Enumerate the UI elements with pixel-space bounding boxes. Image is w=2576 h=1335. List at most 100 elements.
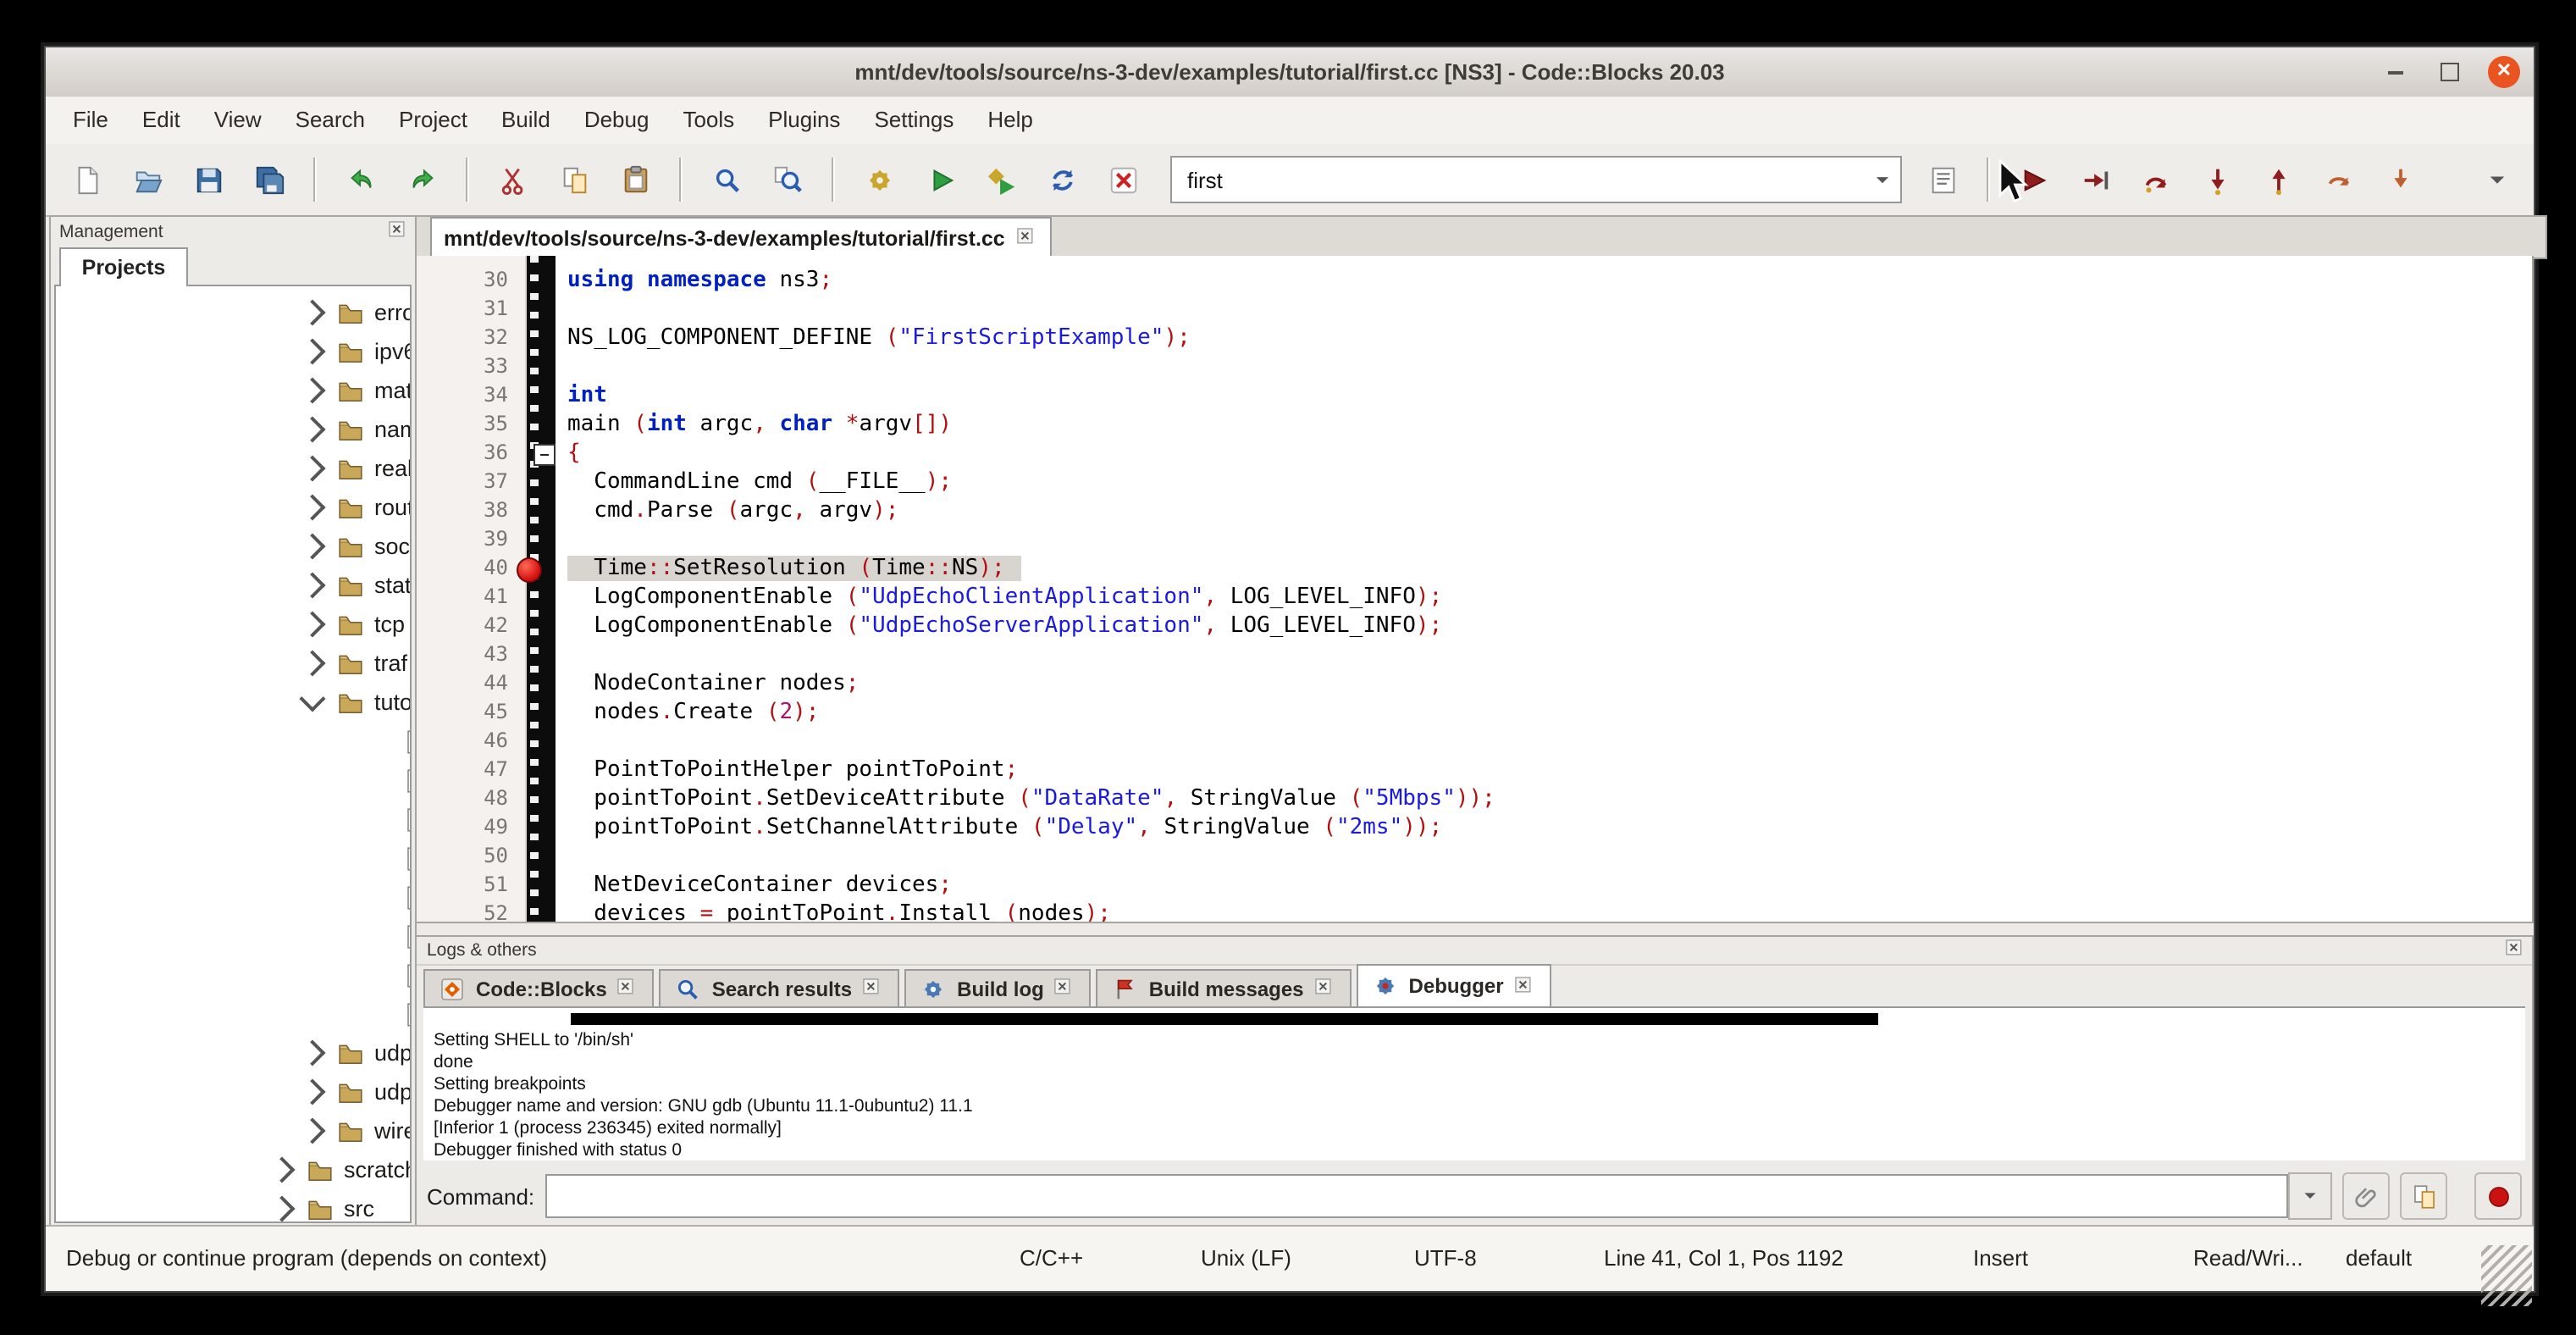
step-into-instruction-button[interactable] — [2376, 156, 2424, 203]
expand-arrow-icon[interactable] — [299, 299, 325, 325]
tree-item-udp[interactable]: udp — [56, 1033, 410, 1072]
logs-tab-close-button[interactable] — [1314, 978, 1336, 1000]
code-line[interactable]: Time::SetResolution (Time::NS); — [567, 554, 2532, 583]
logs-tab-build-messages[interactable]: Build messages — [1097, 969, 1352, 1006]
menu-file[interactable]: File — [56, 97, 125, 144]
logs-tab-close-button[interactable] — [862, 978, 884, 1000]
line-number[interactable]: 35 — [417, 410, 525, 439]
menu-debug[interactable]: Debug — [567, 97, 666, 144]
line-number[interactable]: 34 — [417, 381, 525, 410]
line-number[interactable]: 37 — [417, 468, 525, 496]
line-number[interactable]: 52 — [417, 900, 525, 923]
undo-button[interactable] — [337, 156, 384, 203]
line-number[interactable]: 40 — [417, 554, 525, 583]
code-line[interactable]: pointToPoint.SetChannelAttribute ("Delay… — [567, 813, 2532, 842]
line-number[interactable]: 51 — [417, 871, 525, 900]
chevron-down-icon[interactable] — [1863, 159, 1900, 200]
line-number[interactable]: 38 — [417, 496, 525, 525]
tree-item-nam[interactable]: nam — [56, 410, 410, 449]
tree-item-se[interactable]: se — [56, 878, 410, 917]
logs-tab-build-log[interactable]: Build log — [904, 969, 1092, 1006]
tree-item-traf[interactable]: traf — [56, 644, 410, 683]
build-and-run-button[interactable] — [977, 156, 1025, 203]
tree-item-erro[interactable]: erro — [56, 293, 410, 332]
logs-tab-code-blocks[interactable]: Code::Blocks — [423, 969, 655, 1006]
menu-plugins[interactable]: Plugins — [751, 97, 857, 144]
tree-item-src[interactable]: src — [56, 1189, 410, 1223]
code-line[interactable] — [567, 352, 2532, 381]
tree-item-ipv6[interactable]: ipv6 — [56, 332, 410, 371]
attach-button[interactable] — [2342, 1172, 2390, 1220]
tree-item-se[interactable]: se — [56, 917, 410, 956]
line-number[interactable]: 46 — [417, 727, 525, 756]
line-number[interactable]: 48 — [417, 784, 525, 813]
line-number[interactable]: 39 — [417, 525, 525, 554]
code-line[interactable]: devices = pointToPoint.Install (nodes); — [567, 900, 2532, 922]
expand-arrow-icon[interactable] — [299, 611, 325, 637]
code-line[interactable]: LogComponentEnable ("UdpEchoClientApplic… — [567, 583, 2532, 612]
copy-log-button[interactable] — [2400, 1172, 2447, 1220]
tree-item-he[interactable]: he — [56, 839, 410, 878]
logs-tab-close-button[interactable] — [1514, 975, 1536, 997]
tree-item-sock[interactable]: sock — [56, 527, 410, 566]
expand-arrow-icon[interactable] — [299, 1078, 325, 1105]
code-area[interactable]: using namespace ns3; NS_LOG_COMPONENT_DE… — [557, 256, 2532, 922]
code-line[interactable]: CommandLine cmd (__FILE__); — [567, 468, 2532, 496]
next-line-button[interactable] — [2132, 156, 2180, 203]
line-number[interactable]: 32 — [417, 324, 525, 352]
expand-arrow-icon[interactable] — [299, 685, 325, 712]
code-line[interactable] — [567, 727, 2532, 756]
code-line[interactable]: PointToPointHelper pointToPoint; — [567, 756, 2532, 784]
menu-project[interactable]: Project — [382, 97, 484, 144]
tree-item-tcp[interactable]: tcp — [56, 605, 410, 644]
line-number[interactable]: 45 — [417, 698, 525, 727]
next-instruction-button[interactable] — [2315, 156, 2363, 203]
build-target-combo[interactable]: first — [1170, 156, 1902, 203]
titlebar[interactable]: mnt/dev/tools/source/ns-3-dev/examples/t… — [46, 47, 2534, 98]
tree-item-tuto[interactable]: tuto — [56, 683, 410, 722]
line-number[interactable]: 41 — [417, 583, 525, 612]
menu-view[interactable]: View — [197, 97, 279, 144]
cut-button[interactable] — [489, 156, 537, 203]
line-number[interactable]: 50 — [417, 842, 525, 871]
tree-item-fif[interactable]: fif — [56, 722, 410, 761]
command-input[interactable] — [544, 1174, 2288, 1218]
line-number[interactable]: 47 — [417, 756, 525, 784]
tree-item-stat[interactable]: stat — [56, 566, 410, 605]
save-button[interactable] — [185, 156, 232, 203]
debugger-log[interactable]: Setting SHELL to '/bin/sh'doneSetting br… — [423, 1008, 2525, 1161]
step-out-button[interactable] — [2254, 156, 2302, 203]
open-file-button[interactable] — [124, 156, 171, 203]
find-button[interactable] — [703, 156, 750, 203]
toolbar-overflow-button[interactable] — [2473, 156, 2520, 203]
code-line[interactable]: NodeContainer nodes; — [567, 669, 2532, 698]
fold-margin[interactable] — [527, 256, 556, 922]
editor-tab-close-button[interactable] — [1017, 227, 1039, 249]
menu-search[interactable]: Search — [279, 97, 382, 144]
build-button[interactable] — [855, 156, 903, 203]
logs-tab-close-button[interactable] — [1054, 978, 1076, 1000]
command-history-dropdown[interactable] — [2288, 1172, 2332, 1220]
menu-build[interactable]: Build — [484, 97, 567, 144]
tree-item-scratch[interactable]: scratch — [56, 1150, 410, 1189]
tree-item-real[interactable]: real — [56, 449, 410, 488]
code-line[interactable]: cmd.Parse (argc, argv); — [567, 496, 2532, 525]
copy-button[interactable] — [550, 156, 598, 203]
line-number[interactable]: 36 — [417, 439, 525, 468]
menu-help[interactable]: Help — [970, 97, 1050, 144]
find-in-files-button[interactable] — [764, 156, 811, 203]
tree-item-mat[interactable]: mat — [56, 371, 410, 410]
stop-debugger-button[interactable] — [2474, 1172, 2522, 1220]
run-button[interactable] — [916, 156, 964, 203]
logs-close-button[interactable] — [2505, 939, 2527, 961]
tree-item-fir[interactable]: fir — [56, 761, 410, 800]
code-line[interactable]: nodes.Create (2); — [567, 698, 2532, 727]
line-number[interactable]: 49 — [417, 813, 525, 842]
code-line[interactable]: { — [567, 439, 2532, 468]
new-file-button[interactable] — [63, 156, 110, 203]
line-number[interactable]: 42 — [417, 612, 525, 640]
code-line[interactable] — [567, 525, 2532, 554]
code-line[interactable]: LogComponentEnable ("UdpEchoServerApplic… — [567, 612, 2532, 640]
code-line[interactable] — [567, 295, 2532, 324]
expand-arrow-icon[interactable] — [268, 1195, 295, 1221]
